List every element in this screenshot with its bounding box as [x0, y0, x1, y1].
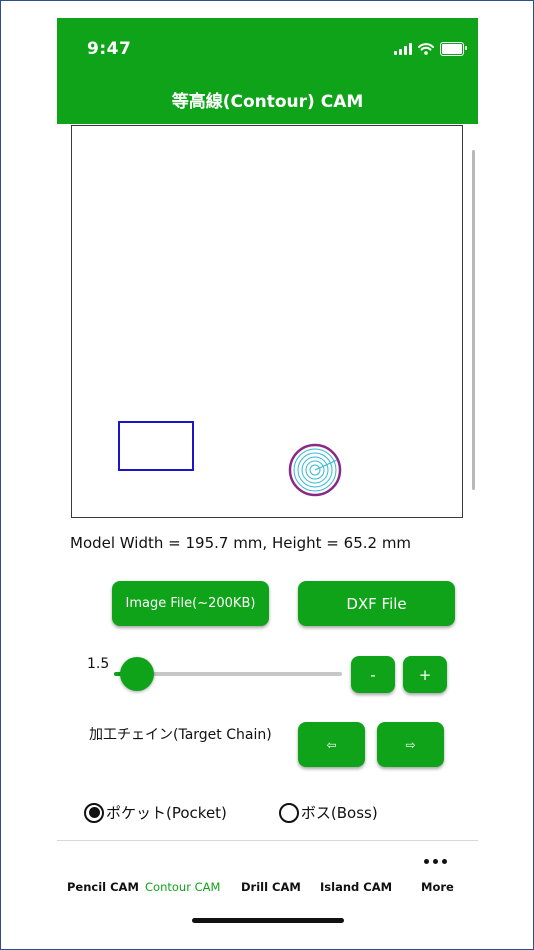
circle-pocket-shape[interactable]	[288, 443, 342, 497]
cam-preview-canvas[interactable]	[71, 125, 463, 518]
arrow-right-icon: ⇨	[405, 737, 416, 752]
previous-chain-button[interactable]: ⇦	[298, 722, 365, 767]
canvas-scrollbar[interactable]	[472, 150, 475, 490]
status-time: 9:47	[87, 39, 132, 59]
battery-icon	[440, 42, 467, 56]
zoom-in-button[interactable]: +	[403, 656, 447, 693]
target-chain-label: 加工チェイン(Target Chain)	[89, 727, 272, 743]
tab-pencil-cam[interactable]: Pencil CAM	[67, 880, 139, 894]
pocket-radio-label: ポケット(Pocket)	[106, 804, 227, 822]
app-header: 9:47 等高線(Contour) CAM	[57, 18, 478, 124]
tab-island-cam[interactable]: Island CAM	[320, 880, 392, 894]
next-chain-button[interactable]: ⇨	[377, 722, 444, 767]
rectangle-shape[interactable]	[118, 421, 194, 471]
page-title: 等高線(Contour) CAM	[171, 92, 364, 112]
status-icons	[394, 42, 467, 56]
tab-bar: Pencil CAM Contour CAM Drill CAM Island …	[57, 841, 478, 911]
radio-selected-icon	[84, 802, 104, 823]
wifi-icon	[418, 43, 434, 55]
image-file-button[interactable]: Image File(~200KB)	[112, 581, 269, 626]
mode-radio-group: ポケット(Pocket) ボス(Boss)	[84, 802, 378, 823]
dxf-file-button[interactable]: DXF File	[298, 581, 455, 626]
signal-icon	[394, 43, 412, 55]
zoom-out-button[interactable]: -	[351, 656, 395, 693]
arrow-left-icon: ⇦	[326, 737, 337, 752]
tab-more[interactable]: More	[421, 880, 454, 894]
radio-unselected-icon	[278, 802, 299, 823]
zoom-value-label: 1.5	[87, 656, 110, 672]
home-indicator[interactable]	[192, 918, 344, 923]
boss-radio-label: ボス(Boss)	[300, 804, 378, 822]
pocket-radio[interactable]: ポケット(Pocket)	[84, 802, 227, 823]
boss-radio[interactable]: ボス(Boss)	[278, 802, 378, 823]
zoom-slider-thumb[interactable]	[120, 657, 154, 691]
model-size-text: Model Width = 195.7 mm, Height = 65.2 mm	[70, 534, 412, 552]
phone-screen: 9:47 等高線(Contour) CAM Model Width = 195.…	[57, 18, 478, 932]
more-dots-icon[interactable]	[424, 859, 447, 864]
tab-drill-cam[interactable]: Drill CAM	[241, 880, 301, 894]
tab-contour-cam[interactable]: Contour CAM	[145, 880, 220, 894]
cam-preview-svg	[118, 421, 342, 497]
